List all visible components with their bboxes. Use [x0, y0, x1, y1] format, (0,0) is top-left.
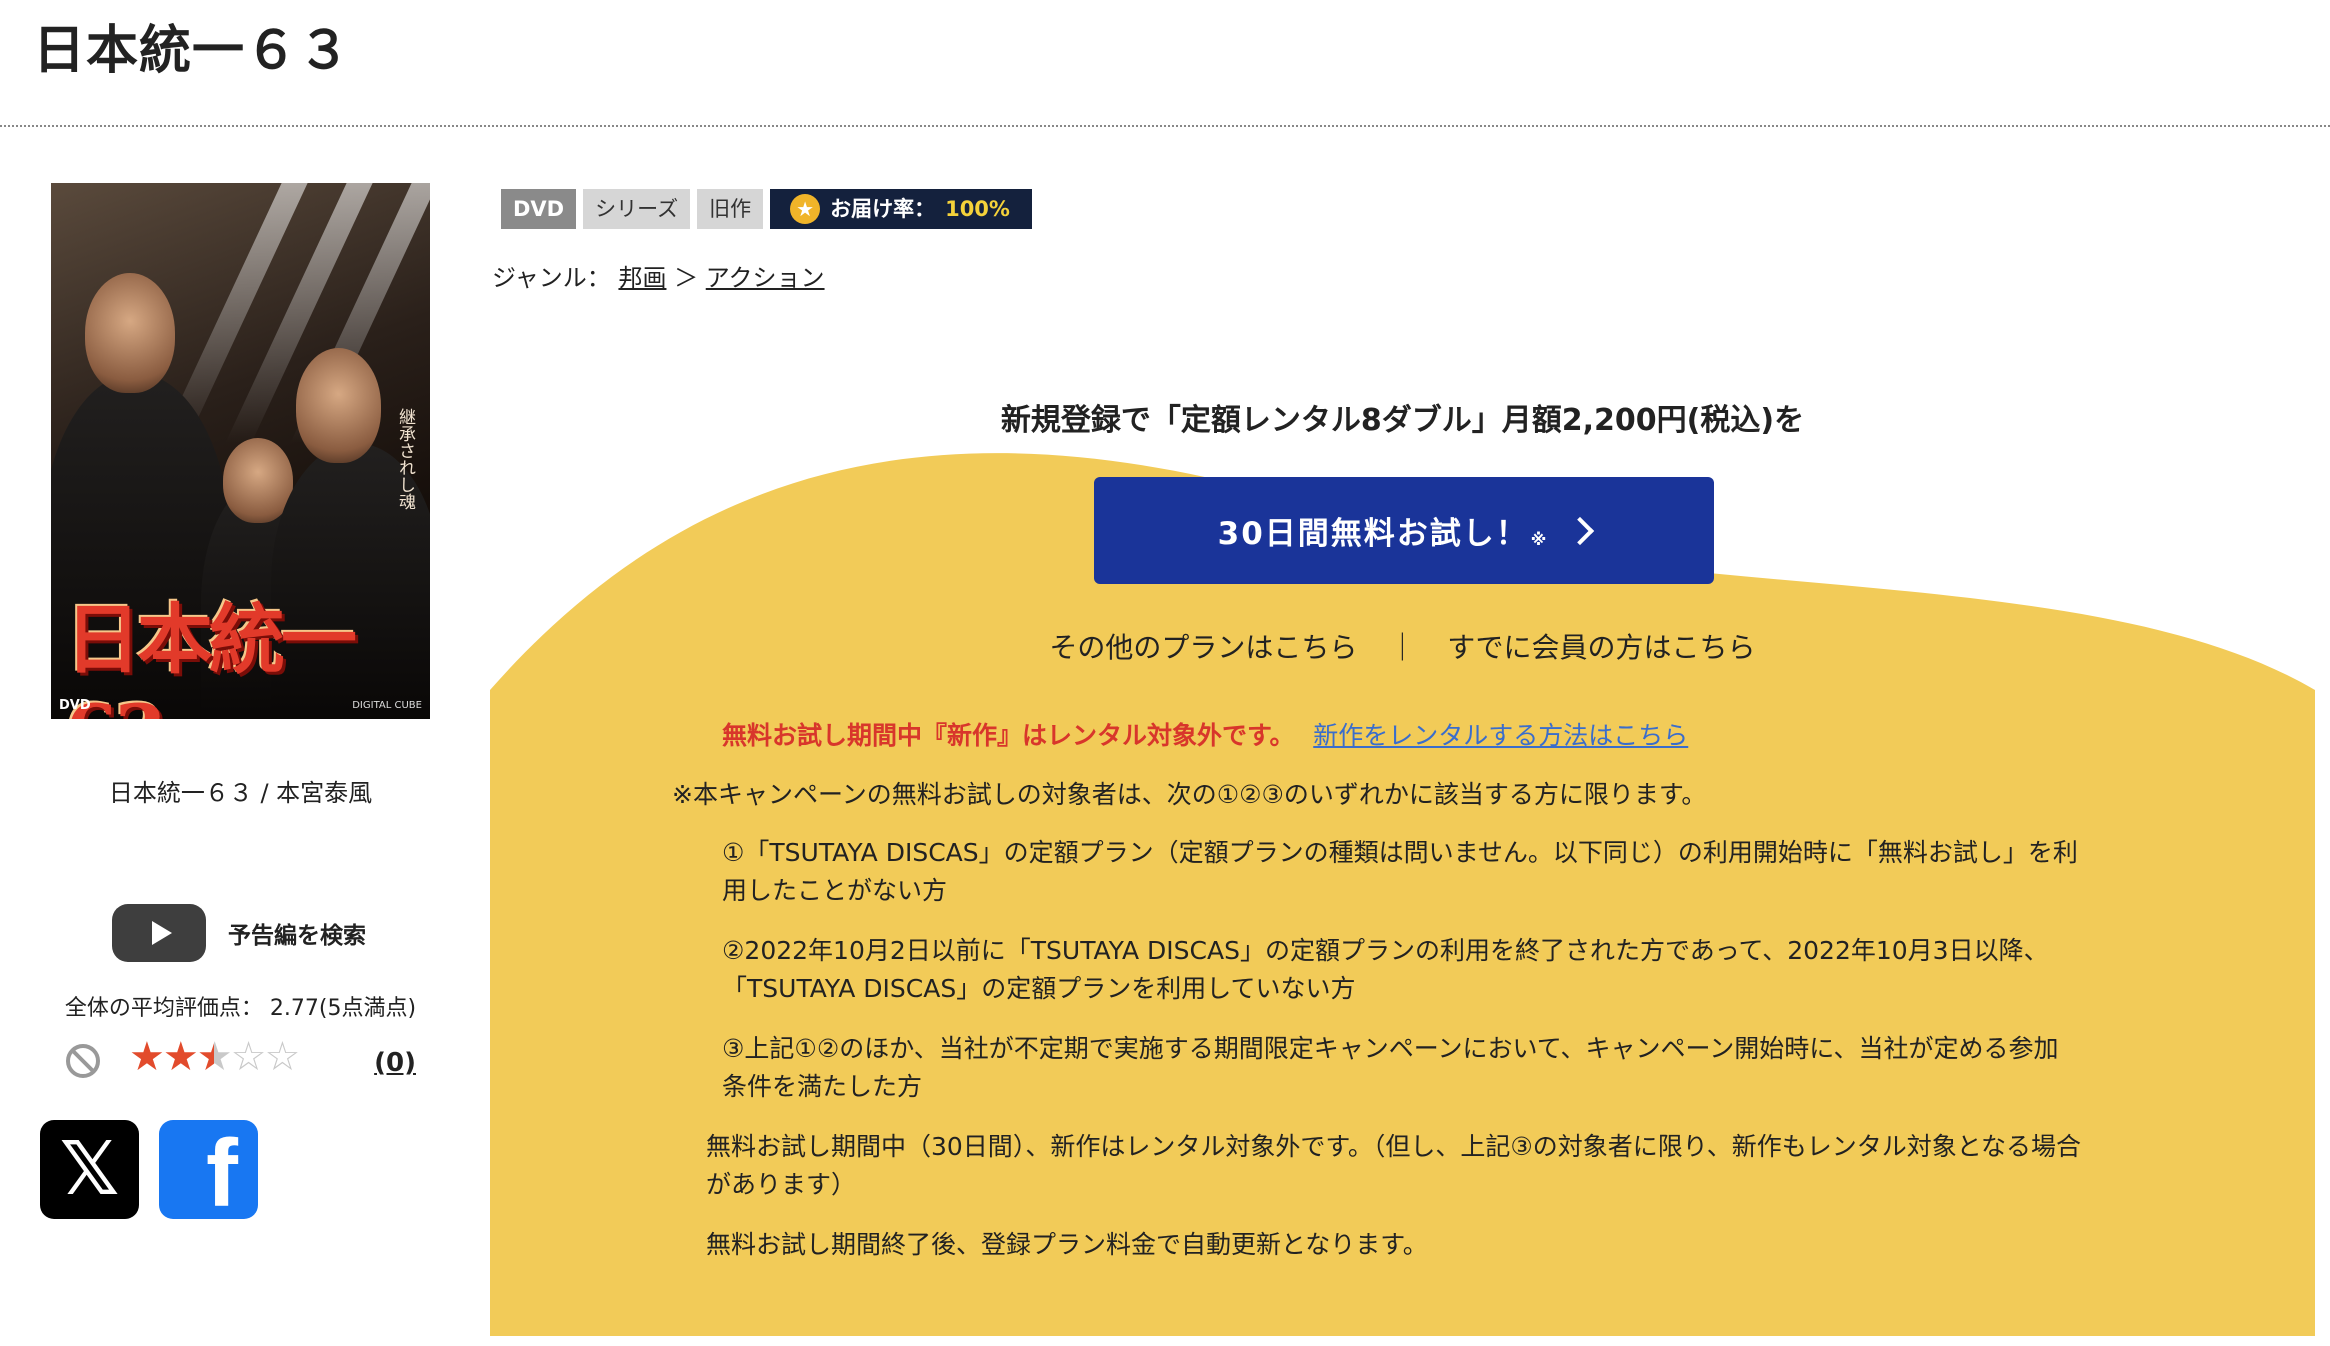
trial-note-line: 無料お試し期間中（30日間）、新作はレンタル対象外です。（但し、上記③の対象者に…: [706, 1132, 2081, 1161]
genre-separator: ＞: [674, 264, 699, 292]
condition-1: ①「TSUTAYA DISCAS」の定額プラン（定額プランの種類は問いません。以…: [722, 834, 2078, 910]
facebook-icon[interactable]: f: [159, 1120, 258, 1219]
condition-1-line: 用したことがない方: [722, 876, 948, 905]
product-caption: 日本統一６３ / 本宮泰風: [108, 779, 373, 807]
star-icon-filled: ★: [162, 1034, 199, 1080]
format-badge: DVD: [501, 189, 577, 229]
delivery-rate-label: お届け率：: [830, 197, 936, 221]
condition-3: ③上記①②のほか、当社が不定期で実施する期間限定キャンペーンにおいて、キャンペー…: [722, 1030, 2059, 1106]
star-icon-filled: ★: [129, 1034, 165, 1080]
star-icon-empty: ☆: [264, 1034, 300, 1080]
age-badge: 旧作: [697, 189, 764, 229]
trailer-label[interactable]: 予告編を検索: [228, 916, 366, 950]
genre-label: ジャンル：: [492, 264, 611, 292]
play-icon[interactable]: [112, 904, 206, 962]
genre-link-action[interactable]: アクション: [706, 264, 825, 292]
genre-link-houga[interactable]: 邦画: [618, 264, 666, 292]
average-rating-text: 全体の平均評価点： 2.77(5点満点): [64, 996, 417, 1021]
cover-dvd-logo: DVD: [59, 698, 91, 713]
trial-note-line: があります）: [706, 1170, 857, 1199]
trial-note: 無料お試し期間中（30日間）、新作はレンタル対象外です。（但し、上記③の対象者に…: [706, 1128, 2081, 1204]
condition-2: ②2022年10月2日以前に「TSUTAYA DISCAS」の定額プランの利用を…: [722, 932, 2049, 1008]
rating-row: ★★★☆☆ (0): [66, 1034, 426, 1084]
prohibit-icon[interactable]: [66, 1044, 100, 1078]
review-count-link[interactable]: (0): [374, 1048, 416, 1078]
free-trial-label: 30日間無料お試し！: [1217, 516, 1529, 552]
star-icon-half: ★: [196, 1034, 233, 1080]
cover-publisher-logo: DIGITAL CUBE: [352, 700, 422, 711]
condition-2-line: ②2022年10月2日以前に「TSUTAYA DISCAS」の定額プランの利用を…: [722, 936, 2049, 965]
cover-title: 日本統一63: [65, 595, 357, 719]
series-badge[interactable]: シリーズ: [583, 189, 691, 229]
condition-3-line: ③上記①②のほか、当社が不定期で実施する期間限定キャンペーンにおいて、キャンペー…: [722, 1034, 2059, 1063]
product-cover-image[interactable]: 継承されし魂 日本統一63 DVD DIGITAL CUBE: [51, 183, 430, 719]
condition-3-line: 条件を満たした方: [722, 1072, 923, 1101]
free-trial-mark: ※: [1530, 530, 1549, 549]
rating-stars: ★★★☆☆: [129, 1034, 300, 1080]
cover-figure-face: [296, 348, 381, 463]
page-title: 日本統一６３: [33, 21, 352, 81]
delivery-rate-value: 100%: [945, 197, 1010, 221]
header-divider: [0, 125, 2330, 127]
conditions-intro: ※本キャンペーンの無料お試しの対象者は、次の①②③のいずれかに該当する方に限りま…: [672, 780, 1707, 809]
new-release-warning: 無料お試し期間中『新作』はレンタル対象外です。: [722, 721, 1295, 750]
genre-breadcrumb: ジャンル： 邦画 ＞ アクション: [492, 258, 825, 293]
star-medal-icon: ★: [790, 194, 821, 224]
member-login-link[interactable]: すでに会員の方はこちら: [1447, 631, 1755, 664]
cover-figure-face: [85, 273, 175, 393]
new-release-notice: 無料お試し期間中『新作』はレンタル対象外です。 新作をレンタルする方法はこちら: [722, 716, 1688, 752]
promo-headline: 新規登録で「定額レンタル8ダブル」月額2,200円(税込)を: [1000, 403, 1805, 438]
cover-subtitle: 継承されし魂: [395, 408, 415, 510]
renewal-note: 無料お試し期間終了後、登録プラン料金で自動更新となります。: [706, 1230, 1428, 1259]
chevron-right-icon: [1566, 516, 1595, 545]
product-badges: DVD シリーズ 旧作 ★ お届け率： 100%: [501, 189, 1032, 229]
star-icon-empty: ☆: [230, 1034, 267, 1080]
plan-links: その他のプランはこちら ｜ すでに会員の方はこちら: [490, 626, 2315, 666]
new-release-rental-link[interactable]: 新作をレンタルする方法はこちら: [1313, 721, 1688, 750]
other-plans-link[interactable]: その他のプランはこちら: [1049, 631, 1357, 664]
free-trial-button[interactable]: 30日間無料お試し！ ※: [1094, 477, 1714, 584]
delivery-rate-badge: ★ お届け率： 100%: [770, 189, 1032, 229]
link-separator: ｜: [1388, 631, 1417, 664]
x-logo-icon[interactable]: 𝕏: [40, 1120, 139, 1219]
trailer-search-link[interactable]: 予告編を検索: [112, 904, 366, 962]
condition-2-line: 「TSUTAYA DISCAS」の定額プランを利用していない方: [722, 974, 1356, 1003]
condition-1-line: ①「TSUTAYA DISCAS」の定額プラン（定額プランの種類は問いません。以…: [722, 838, 2078, 867]
